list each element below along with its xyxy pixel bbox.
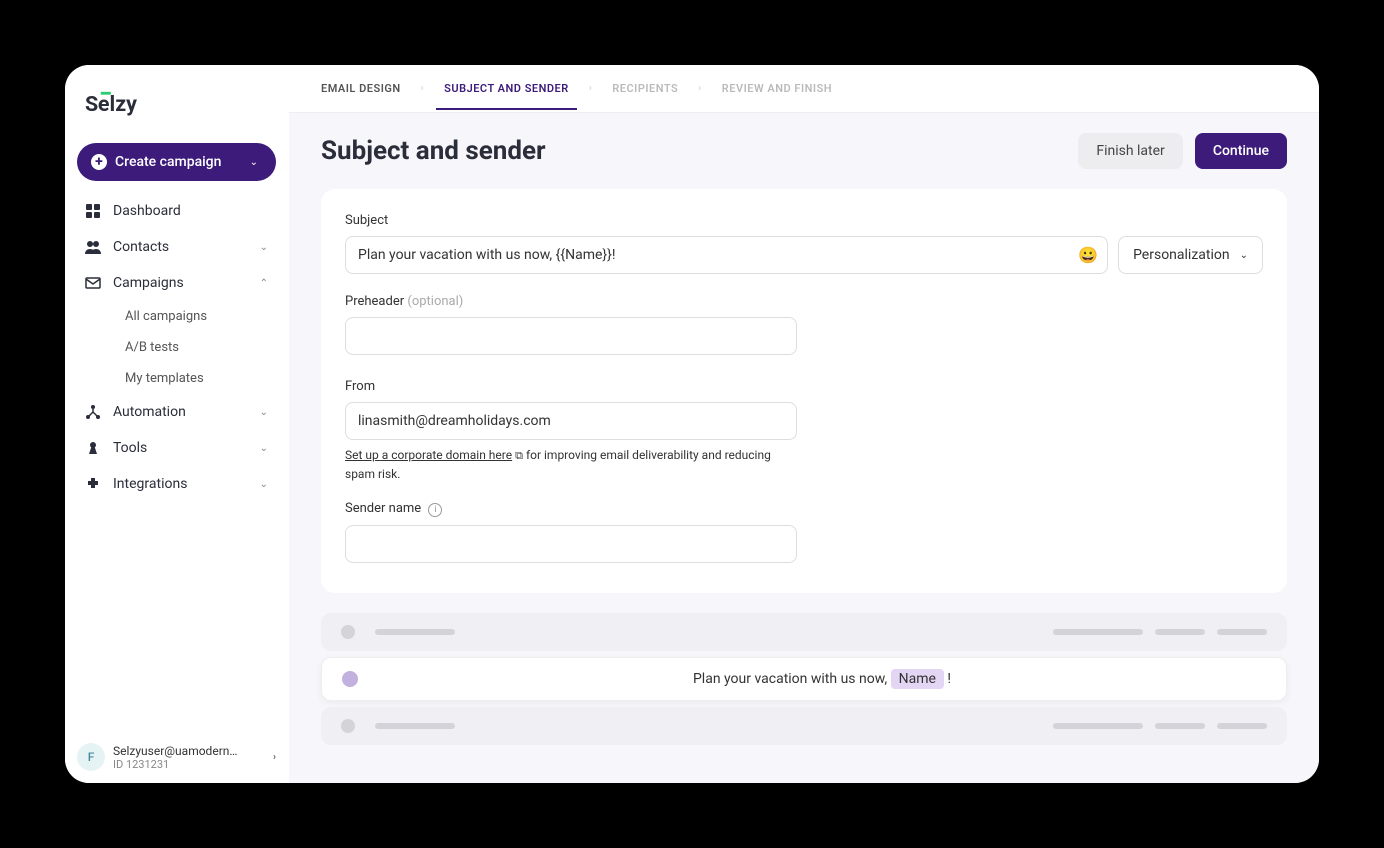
sidebar-item-campaigns[interactable]: Campaigns ⌃ <box>73 265 280 301</box>
info-icon[interactable]: i <box>428 503 442 517</box>
sidebar-item-label: Campaigns <box>113 275 184 291</box>
automation-icon <box>85 404 101 420</box>
sidebar-sub-all-campaigns[interactable]: All campaigns <box>113 301 280 332</box>
user-info: Selzyuser@uamodern… ID 1231231 <box>113 744 265 771</box>
chevron-right-icon: › <box>273 752 276 763</box>
preview-row-placeholder <box>321 707 1287 745</box>
setup-domain-link[interactable]: Set up a corporate domain here <box>345 448 512 462</box>
from-input[interactable] <box>345 402 797 440</box>
placeholder-bar <box>1053 629 1143 635</box>
finish-later-button[interactable]: Finish later <box>1078 133 1182 169</box>
preview-name-tag: Name <box>891 669 944 689</box>
sidebar-item-label: Tools <box>113 440 147 456</box>
header-actions: Finish later Continue <box>1078 133 1287 169</box>
preview-row-placeholder <box>321 613 1287 651</box>
plus-icon: + <box>91 154 107 170</box>
personalization-button[interactable]: Personalization ⌄ <box>1118 236 1263 274</box>
create-campaign-button[interactable]: + Create campaign ⌄ <box>77 143 276 181</box>
page-title: Subject and sender <box>321 136 546 166</box>
placeholder-avatar-icon <box>341 719 355 733</box>
breadcrumb: EMAIL DESIGN › SUBJECT AND SENDER › RECI… <box>289 65 1319 113</box>
campaigns-submenu: All campaigns A/B tests My templates <box>73 301 280 394</box>
form-card: Subject 😀 Personalization ⌄ Preheader (o… <box>321 189 1287 593</box>
domain-hint: Set up a corporate domain here ⧉ for imp… <box>345 446 797 483</box>
placeholder-bar <box>1155 723 1205 729</box>
brand-logo: S elzy <box>65 81 288 139</box>
chevron-right-icon: › <box>421 83 425 94</box>
subject-label: Subject <box>345 213 1263 228</box>
app-window: S elzy + Create campaign ⌄ Dashboard <box>65 65 1319 783</box>
breadcrumb-step-recipients[interactable]: RECIPIENTS <box>612 82 678 95</box>
user-menu[interactable]: F Selzyuser@uamodern… ID 1231231 › <box>77 743 276 771</box>
chevron-down-icon: ⌄ <box>260 479 268 490</box>
chevron-down-icon: ⌄ <box>260 242 268 253</box>
continue-button[interactable]: Continue <box>1195 133 1287 169</box>
chevron-up-icon: ⌃ <box>260 278 268 289</box>
preheader-input[interactable] <box>345 317 797 355</box>
sidebar-item-label: Contacts <box>113 239 169 255</box>
from-label: From <box>345 379 1263 394</box>
breadcrumb-step-email-design[interactable]: EMAIL DESIGN <box>321 82 401 95</box>
dashboard-icon <box>85 203 101 219</box>
create-campaign-label: Create campaign <box>115 154 221 170</box>
sidebar-item-dashboard[interactable]: Dashboard <box>73 193 280 229</box>
nav: Dashboard Contacts ⌄ Campaigns <box>65 193 288 502</box>
integrations-icon <box>85 476 101 492</box>
placeholder-bar <box>1053 723 1143 729</box>
placeholder-bar <box>1217 629 1267 635</box>
sidebar-item-automation[interactable]: Automation ⌄ <box>73 394 280 430</box>
chevron-right-icon: › <box>589 83 593 94</box>
preheader-label: Preheader (optional) <box>345 294 1263 309</box>
personalization-label: Personalization <box>1133 247 1230 263</box>
campaigns-icon <box>85 275 101 291</box>
preheader-field: Preheader (optional) <box>345 294 1263 361</box>
inbox-preview: Plan your vacation with us now, Name ! <box>321 613 1287 751</box>
preview-row-active: Plan your vacation with us now, Name ! <box>321 657 1287 701</box>
user-email: Selzyuser@uamodern… <box>113 744 265 758</box>
svg-text:S: S <box>85 92 98 117</box>
sidebar: S elzy + Create campaign ⌄ Dashboard <box>65 65 289 783</box>
chevron-right-icon: › <box>698 83 702 94</box>
chevron-down-icon: ⌄ <box>260 407 268 418</box>
sender-name-label: Sender name i <box>345 501 1263 517</box>
placeholder-avatar-icon <box>341 625 355 639</box>
sidebar-sub-ab-tests[interactable]: A/B tests <box>113 332 280 363</box>
sidebar-item-label: Automation <box>113 404 186 420</box>
sidebar-item-contacts[interactable]: Contacts ⌄ <box>73 229 280 265</box>
contacts-icon <box>85 239 101 255</box>
chevron-down-icon: ⌄ <box>1240 250 1248 261</box>
sender-name-field: Sender name i <box>345 501 1263 569</box>
emoji-picker-icon[interactable]: 😀 <box>1078 246 1098 265</box>
placeholder-bar <box>1217 723 1267 729</box>
tools-icon <box>85 440 101 456</box>
preview-subject-text: Plan your vacation with us now, Name ! <box>378 671 1266 687</box>
sidebar-item-tools[interactable]: Tools ⌄ <box>73 430 280 466</box>
sidebar-item-label: All campaigns <box>125 309 207 324</box>
avatar: F <box>77 743 105 771</box>
user-id: ID 1231231 <box>113 758 265 771</box>
sender-name-input[interactable] <box>345 525 797 563</box>
placeholder-bar <box>375 723 455 729</box>
breadcrumb-step-review[interactable]: REVIEW AND FINISH <box>722 82 832 95</box>
subject-input[interactable] <box>345 236 1108 274</box>
sidebar-sub-my-templates[interactable]: My templates <box>113 363 280 394</box>
subject-field: Subject 😀 Personalization ⌄ <box>345 213 1263 274</box>
svg-text:elzy: elzy <box>98 92 137 117</box>
breadcrumb-step-subject-sender[interactable]: SUBJECT AND SENDER <box>444 82 569 95</box>
sidebar-item-label: A/B tests <box>125 340 179 355</box>
sidebar-item-label: Integrations <box>113 476 187 492</box>
from-field: From Set up a corporate domain here ⧉ fo… <box>345 379 1263 483</box>
external-link-icon: ⧉ <box>515 449 523 462</box>
page-header: Subject and sender Finish later Continue <box>289 113 1319 189</box>
chevron-down-icon: ⌄ <box>250 157 258 168</box>
sidebar-item-label: My templates <box>125 371 204 386</box>
chevron-down-icon: ⌄ <box>260 443 268 454</box>
sidebar-item-integrations[interactable]: Integrations ⌄ <box>73 466 280 502</box>
main-content: EMAIL DESIGN › SUBJECT AND SENDER › RECI… <box>289 65 1319 783</box>
placeholder-bar <box>375 629 455 635</box>
sidebar-item-label: Dashboard <box>113 203 181 219</box>
placeholder-bar <box>1155 629 1205 635</box>
placeholder-avatar-icon <box>342 671 358 687</box>
